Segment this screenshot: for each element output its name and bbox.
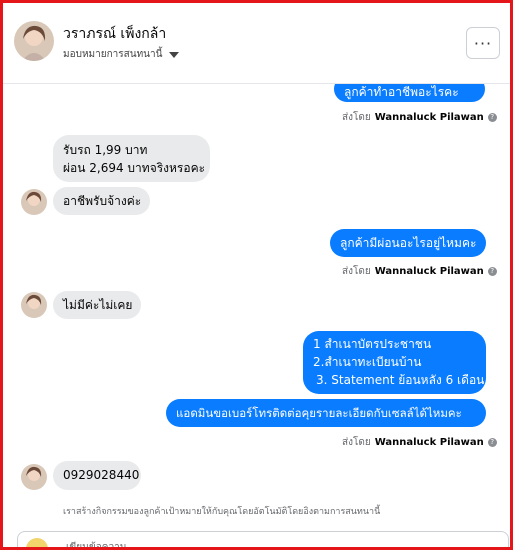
message-line: 3. Statement ย้อนหลัง 6 เดือน [316,373,485,387]
more-options-button[interactable]: ··· [466,27,500,59]
incoming-message: อาชีพรับจ้างค่ะ [53,187,150,215]
message-line: ผ่อน 2,694 บาทจริงหรอคะ [63,161,206,175]
contact-avatar-small[interactable] [21,464,47,490]
help-icon[interactable]: ? [487,438,497,447]
outgoing-message: ลูกค้าทำอาชีพอะไรคะ [334,84,485,102]
incoming-message: 0929028440 [53,461,141,490]
sender-name: Wannaluck Pilawan [374,112,484,123]
message-text: ไม่มีค่ะไม่เคย [63,298,133,312]
outgoing-message: ลูกค้ามีผ่อนอะไรอยู่ไหมคะ [330,229,486,257]
message-line: 2.สำเนาทะเบียนบ้าน [313,355,422,369]
incoming-message: ไม่มีค่ะไม่เคย [53,291,141,319]
sender-name: Wannaluck Pilawan [374,437,484,448]
contact-name: วราภรณ์ เพ็งกล้า [63,26,167,42]
sent-by-label: ส่งโดย Wannaluck Pilawan ? [342,435,497,450]
page-avatar [26,538,48,547]
contact-avatar-small[interactable] [21,292,47,318]
message-text: อาชีพรับจ้างค่ะ [63,194,142,208]
sent-by-label: ส่งโดย Wannaluck Pilawan ? [342,110,497,125]
message-text: ลูกค้ามีผ่อนอะไรอยู่ไหมคะ [340,236,477,250]
message-text: 0929028440 [63,468,140,482]
outgoing-message: 1 สำเนาบัตรประชาชน 2.สำเนาทะเบียนบ้าน 3.… [303,331,486,394]
auto-activity-note: เราสร้างกิจกรรมของลูกค้าเป้าหมายให้กับคุ… [63,507,381,517]
contact-avatar-small[interactable] [21,189,47,215]
message-text: ลูกค้าทำอาชีพอะไรคะ [344,85,459,99]
message-list: ลูกค้าทำอาชีพอะไรคะ ส่งโดย Wannaluck Pil… [3,84,510,524]
contact-avatar[interactable] [14,21,54,61]
conversation-panel: วราภรณ์ เพ็งกล้า มอบหมายการสนทนานี้ ··· … [0,0,513,550]
help-icon[interactable]: ? [487,267,497,276]
message-text: แอดมินขอเบอร์โทรติดต่อคุยรายละเอียดกับเซ… [176,406,462,420]
sent-by-label: ส่งโดย Wannaluck Pilawan ? [342,264,497,279]
assign-label: มอบหมายการสนทนานี้ [63,49,163,60]
help-icon[interactable]: ? [487,113,497,122]
message-line: 1 สำเนาบัตรประชาชน [313,337,432,351]
conversation-header: วราภรณ์ เพ็งกล้า มอบหมายการสนทนานี้ ··· [3,3,510,84]
message-line: รับรถ 1,99 บาท [63,143,148,157]
outgoing-message: แอดมินขอเบอร์โทรติดต่อคุยรายละเอียดกับเซ… [166,399,486,427]
assign-conversation-dropdown[interactable]: มอบหมายการสนทนานี้ [63,47,180,62]
message-composer[interactable]: เขียนข้อความ... [17,531,509,547]
caret-down-icon [169,51,180,58]
incoming-message: รับรถ 1,99 บาท ผ่อน 2,694 บาทจริงหรอคะ [53,135,210,182]
sender-name: Wannaluck Pilawan [374,266,484,277]
composer-input[interactable]: เขียนข้อความ... [66,540,136,547]
